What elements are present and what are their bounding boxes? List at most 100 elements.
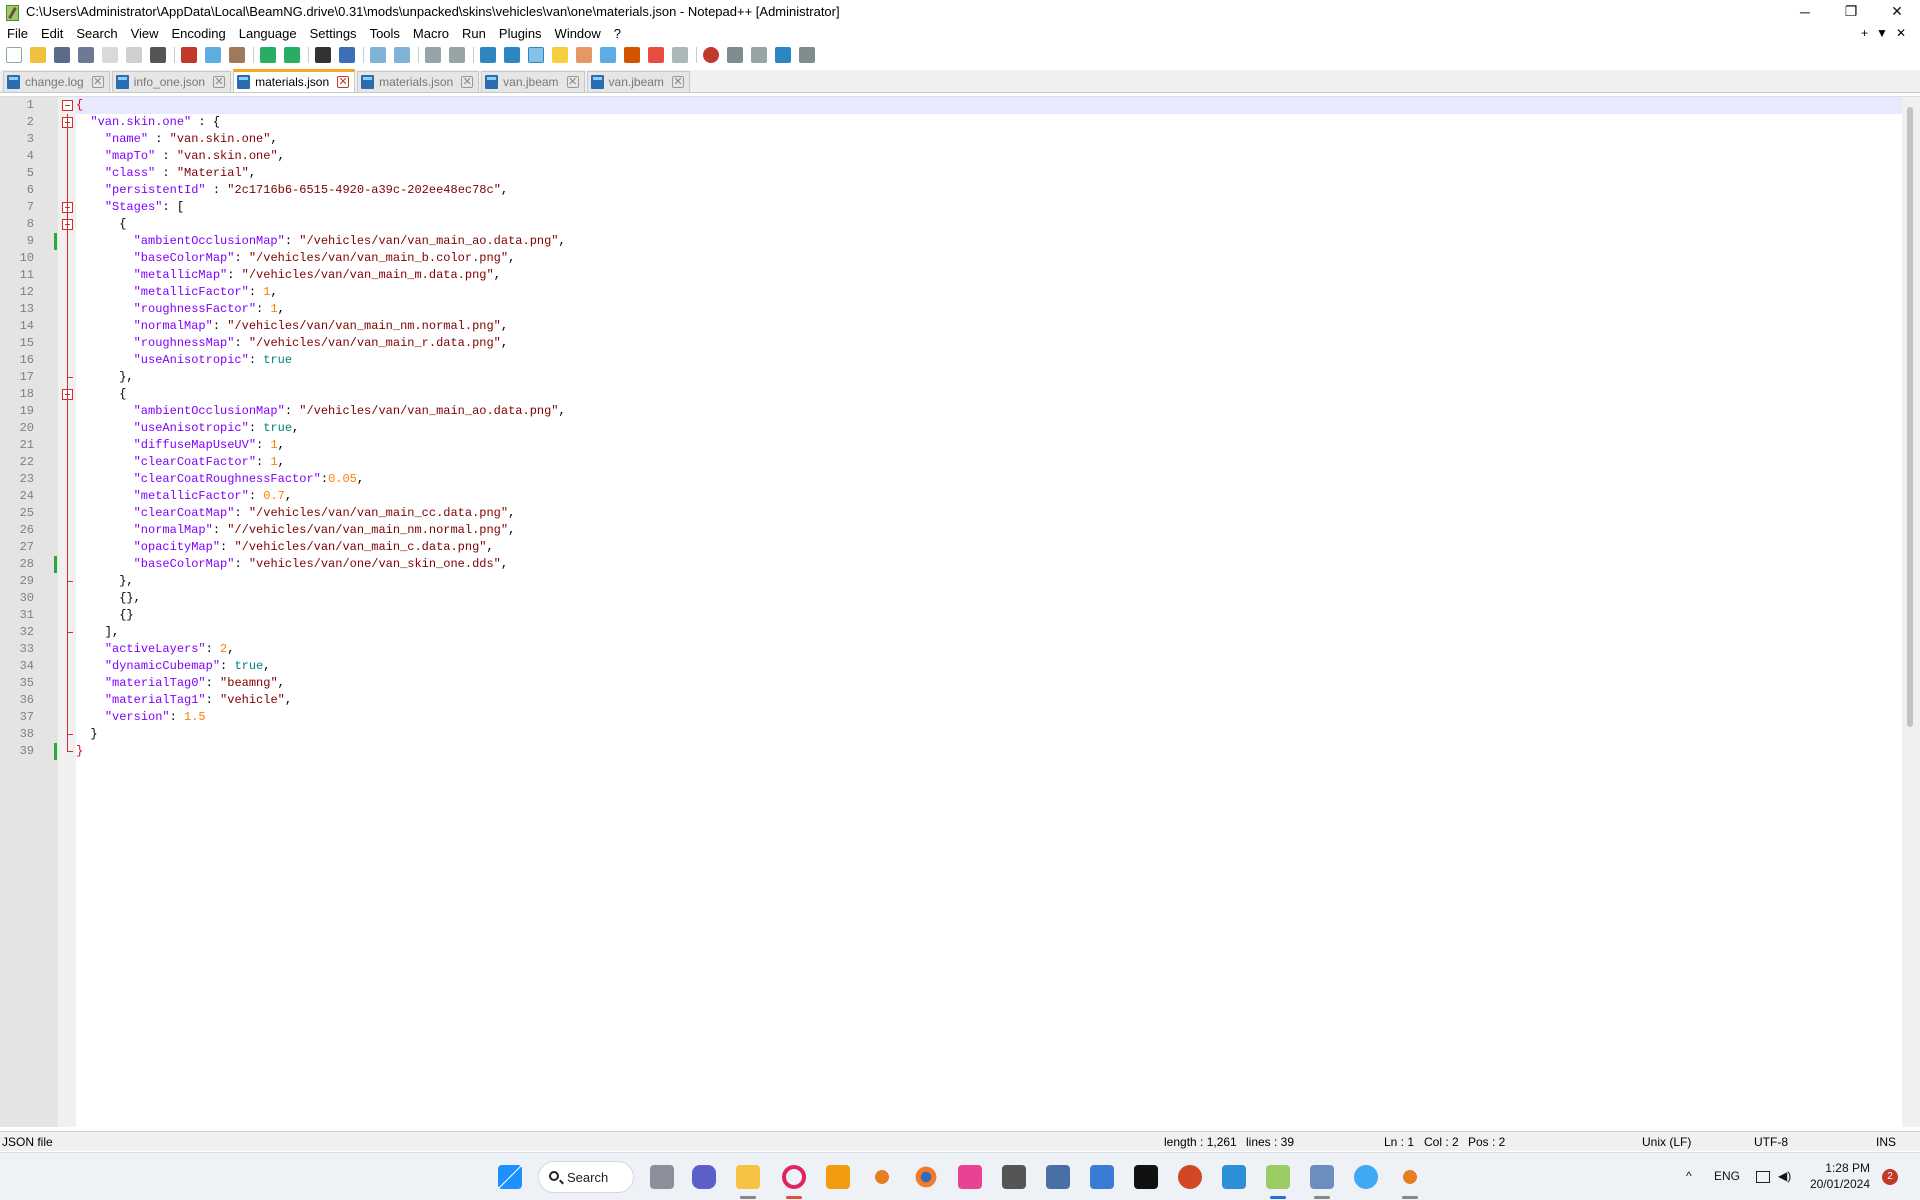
sync-horizontal-icon[interactable]	[449, 47, 465, 63]
task-view-icon[interactable]	[650, 1165, 674, 1189]
line-number[interactable]: 12	[0, 284, 34, 301]
save-icon[interactable]	[54, 47, 70, 63]
line-number[interactable]: 18	[0, 386, 34, 403]
menu-window[interactable]: Window	[548, 26, 607, 41]
language-indicator[interactable]: ENG	[1714, 1169, 1740, 1183]
windows-start-icon[interactable]	[498, 1165, 522, 1189]
status-ln[interactable]: Ln : 1	[1384, 1135, 1414, 1149]
cut-icon[interactable]	[181, 47, 197, 63]
menu-view[interactable]: View	[124, 26, 165, 41]
tab-close-icon[interactable]: ✕	[566, 76, 579, 88]
code-line[interactable]: "ambientOcclusionMap": "/vehicles/van/va…	[76, 233, 566, 250]
app-pink-icon[interactable]	[958, 1165, 982, 1189]
globe-icon[interactable]	[1354, 1165, 1378, 1189]
code-area[interactable]: { "van.skin.one" : { "name" : "van.skin.…	[76, 97, 1902, 1127]
code-line[interactable]: "Stages": [	[76, 199, 184, 216]
code-line[interactable]: "clearCoatRoughnessFactor":0.05,	[76, 471, 364, 488]
status-mode[interactable]: INS	[1876, 1135, 1896, 1149]
notification-badge[interactable]: 2	[1882, 1169, 1898, 1185]
print-icon[interactable]	[150, 47, 166, 63]
zoom-out-icon[interactable]	[394, 47, 410, 63]
line-number[interactable]: 30	[0, 590, 34, 607]
close-file-icon[interactable]	[102, 47, 118, 63]
vertical-scrollbar[interactable]	[1902, 97, 1920, 1127]
file-explorer-icon[interactable]	[736, 1165, 760, 1189]
line-number[interactable]: 21	[0, 437, 34, 454]
blender-icon[interactable]	[914, 1165, 938, 1189]
scrollbar-thumb[interactable]	[1907, 107, 1913, 727]
line-number[interactable]: 32	[0, 624, 34, 641]
menu-settings[interactable]: Settings	[303, 26, 363, 41]
status-eol[interactable]: Unix (LF)	[1642, 1135, 1691, 1149]
code-line[interactable]: "roughnessFactor": 1,	[76, 301, 285, 318]
find-icon[interactable]	[315, 47, 331, 63]
doc-map-icon[interactable]	[576, 47, 592, 63]
menu-file[interactable]: File	[0, 26, 34, 41]
code-line[interactable]: "dynamicCubemap": true,	[76, 658, 271, 675]
code-line[interactable]: "metallicMap": "/vehicles/van/van_main_m…	[76, 267, 501, 284]
code-line[interactable]: },	[76, 369, 133, 386]
copy-icon[interactable]	[205, 47, 221, 63]
line-number[interactable]: 22	[0, 454, 34, 471]
code-line[interactable]: "ambientOcclusionMap": "/vehicles/van/va…	[76, 403, 566, 420]
line-number-gutter[interactable]: 1 2 3 4 5 6 7 8 9 10 11 12 13 14 15 16 17 18 19 20 21 22 23 24 2…	[0, 97, 58, 1127]
line-number[interactable]: 1	[0, 97, 34, 114]
opera-icon[interactable]	[782, 1165, 806, 1189]
menu-edit[interactable]: Edit	[34, 26, 69, 41]
line-number[interactable]: 6	[0, 182, 34, 199]
status-col[interactable]: Col : 2	[1424, 1135, 1459, 1149]
word-wrap-icon[interactable]	[480, 47, 496, 63]
code-line[interactable]: "normalMap": "/vehicles/van/van_main_nm.…	[76, 318, 508, 335]
stop-macro-icon[interactable]	[727, 47, 743, 63]
line-number[interactable]: 7	[0, 199, 34, 216]
app-nodes-icon[interactable]	[870, 1165, 894, 1189]
taskbar-search[interactable]: Search	[538, 1161, 634, 1193]
code-line[interactable]: {},	[76, 590, 141, 607]
line-number[interactable]: 33	[0, 641, 34, 658]
line-number[interactable]: 9	[0, 233, 34, 250]
line-number[interactable]: 27	[0, 539, 34, 556]
notepadpp-icon[interactable]	[4, 4, 20, 21]
tab-van-jbeam[interactable]: van.jbeam ✕	[586, 71, 690, 92]
tab-list-dropdown-icon[interactable]: ▼	[1876, 26, 1888, 40]
line-number[interactable]: 5	[0, 165, 34, 182]
app-window-icon[interactable]	[1310, 1165, 1334, 1189]
code-line[interactable]: }	[76, 726, 97, 743]
close-all-icon[interactable]	[126, 47, 142, 63]
line-number[interactable]: 28	[0, 556, 34, 573]
line-number[interactable]: 34	[0, 658, 34, 675]
new-file-icon[interactable]	[6, 47, 22, 63]
line-number[interactable]: 31	[0, 607, 34, 624]
paste-icon[interactable]	[229, 47, 245, 63]
calculator-icon[interactable]	[1046, 1165, 1070, 1189]
tab-close-icon[interactable]: ✕	[91, 76, 104, 88]
tab-info-one-json[interactable]: info_one.json ✕	[111, 71, 232, 92]
tab-materials-json-active[interactable]: materials.json ✕	[233, 69, 356, 92]
line-number[interactable]: 2	[0, 114, 34, 131]
tab-van-jbeam[interactable]: van.jbeam ✕	[481, 71, 585, 92]
code-line[interactable]: "useAnisotropic": true	[76, 352, 292, 369]
menu-plugins[interactable]: Plugins	[492, 26, 548, 41]
network-icon[interactable]	[1756, 1171, 1770, 1183]
line-number[interactable]: 25	[0, 505, 34, 522]
code-line[interactable]: "normalMap": "//vehicles/van/van_main_nm…	[76, 522, 516, 539]
code-line[interactable]: "metallicFactor": 1,	[76, 284, 278, 301]
line-number[interactable]: 24	[0, 488, 34, 505]
monitoring-icon[interactable]	[648, 47, 664, 63]
minimize-button[interactable]: ─	[1782, 0, 1828, 23]
line-number[interactable]: 13	[0, 301, 34, 318]
code-line[interactable]: {}	[76, 607, 133, 624]
menu-search[interactable]: Search	[69, 26, 123, 41]
tab-close-icon[interactable]: ✕	[337, 76, 350, 88]
open-file-icon[interactable]	[30, 47, 46, 63]
code-line[interactable]: "baseColorMap": "/vehicles/van/van_main_…	[76, 250, 516, 267]
line-number[interactable]: 36	[0, 692, 34, 709]
code-line[interactable]: "useAnisotropic": true,	[76, 420, 300, 437]
app-orange-icon[interactable]	[826, 1165, 850, 1189]
line-number[interactable]: 3	[0, 131, 34, 148]
menu-help[interactable]: ?	[607, 26, 627, 41]
line-number[interactable]: 19	[0, 403, 34, 420]
remote-desktop-icon[interactable]	[1222, 1165, 1246, 1189]
code-line[interactable]: "clearCoatFactor": 1,	[76, 454, 285, 471]
line-number[interactable]: 11	[0, 267, 34, 284]
